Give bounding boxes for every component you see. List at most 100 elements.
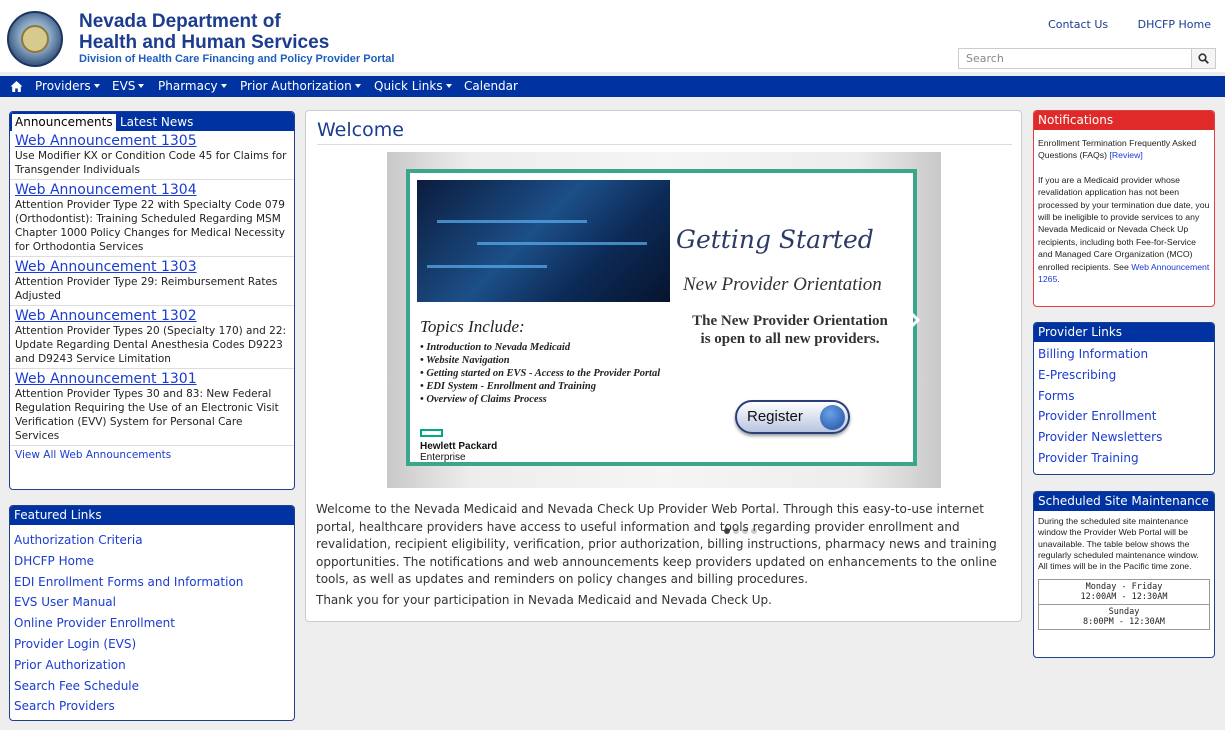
nav-providers-label: Providers	[35, 79, 91, 93]
featured-link[interactable]: Search Fee Schedule	[14, 676, 290, 697]
slide-topics-list: Introduction to Nevada Medicaid Website …	[420, 341, 660, 406]
announcement-link[interactable]: Web Announcement 1302	[15, 309, 289, 324]
notifications-title: Notifications	[1034, 111, 1214, 130]
tab-announcements[interactable]: Announcements	[12, 114, 116, 131]
slide-topic: Getting started on EVS - Access to the P…	[420, 367, 660, 380]
provider-links-title: Provider Links	[1034, 323, 1214, 342]
maintenance-row: Sunday 8:00PM - 12:30AM	[1039, 604, 1209, 629]
provider-link[interactable]: E-Prescribing	[1038, 365, 1210, 386]
slide-topic: EDI System - Enrollment and Training	[420, 380, 660, 393]
maintenance-title: Scheduled Site Maintenance	[1034, 492, 1214, 511]
caret-down-icon	[138, 84, 145, 88]
nav-quick-links-label: Quick Links	[374, 79, 443, 93]
tab-latest-news[interactable]: Latest News	[120, 114, 193, 130]
announcement-desc: Attention Provider Types 20 (Specialty 1…	[15, 325, 287, 365]
provider-link[interactable]: Billing Information	[1038, 344, 1210, 365]
site-title-line1[interactable]: Nevada Department of	[79, 12, 281, 31]
nav-prior-authorization-label: Prior Authorization	[240, 79, 352, 93]
maintenance-day: Monday - Friday	[1085, 582, 1163, 593]
site-title-line2[interactable]: Health and Human Services	[79, 33, 329, 52]
maintenance-table: Monday - Friday 12:00AM - 12:30AM Sunday…	[1038, 579, 1210, 631]
search-button[interactable]	[1191, 49, 1215, 68]
welcome-intro-text: Welcome to the Nevada Medicaid and Nevad…	[316, 502, 997, 586]
featured-links-list: Authorization Criteria DHCFP Home EDI En…	[10, 525, 294, 722]
announcement-item: Web Announcement 1304 Attention Provider…	[10, 180, 294, 257]
provider-link[interactable]: Provider Training	[1038, 448, 1210, 469]
slide-topics-heading: Topics Include:	[420, 317, 525, 336]
announcement-desc: Use Modifier KX or Condition Code 45 for…	[15, 150, 287, 176]
maintenance-row: Monday - Friday 12:00AM - 12:30AM	[1039, 580, 1209, 604]
caret-down-icon	[220, 84, 227, 88]
search-icon	[1198, 53, 1209, 64]
notification-period: .	[1057, 274, 1060, 285]
view-all-announcements-link[interactable]: View All Web Announcements	[10, 446, 294, 464]
site-subtitle: Division of Health Care Financing and Po…	[79, 53, 395, 65]
announcement-item: Web Announcement 1302 Attention Provider…	[10, 306, 294, 369]
nav-providers[interactable]: Providers	[35, 79, 100, 93]
slide-topic: Overview of Claims Process	[420, 393, 660, 406]
featured-link[interactable]: Online Provider Enrollment	[14, 613, 290, 634]
announcement-link[interactable]: Web Announcement 1301	[15, 372, 289, 387]
nav-prior-authorization[interactable]: Prior Authorization	[240, 79, 361, 93]
register-label: Register	[747, 408, 803, 425]
announcement-tabs: Announcements Latest News	[10, 112, 294, 131]
review-link[interactable]: [Review]	[1109, 150, 1142, 160]
caret-down-icon	[445, 84, 452, 88]
top-links: Contact Us DHCFP Home	[1022, 18, 1211, 31]
nevada-seal-logo[interactable]	[7, 11, 63, 67]
carousel-slide[interactable]: Getting Started New Provider Orientation…	[406, 169, 917, 466]
featured-link[interactable]: DHCFP Home	[14, 551, 290, 572]
search-input[interactable]	[959, 49, 1193, 68]
home-icon[interactable]	[10, 80, 23, 93]
nav-calendar[interactable]: Calendar	[464, 79, 518, 93]
register-button[interactable]: Register	[735, 400, 850, 434]
nav-pharmacy[interactable]: Pharmacy	[158, 79, 227, 93]
welcome-thanks-text: Thank you for your participation in Neva…	[316, 593, 772, 607]
nav-evs[interactable]: EVS	[112, 79, 145, 93]
cursor-icon	[820, 405, 845, 430]
featured-link[interactable]: EVS User Manual	[14, 592, 290, 613]
title-divider	[317, 144, 1012, 145]
featured-link[interactable]: Prior Authorization	[14, 655, 290, 676]
provider-link[interactable]: Provider Enrollment	[1038, 406, 1210, 427]
provider-link[interactable]: Provider Newsletters	[1038, 427, 1210, 448]
slide-open-line1: The New Provider Orientation	[692, 313, 888, 329]
featured-links-title: Featured Links	[10, 506, 294, 525]
featured-link[interactable]: EDI Enrollment Forms and Information	[14, 572, 290, 593]
nav-pharmacy-label: Pharmacy	[158, 79, 218, 93]
carousel[interactable]: Getting Started New Provider Orientation…	[387, 152, 941, 534]
carousel-next-arrow-icon[interactable]	[907, 310, 921, 330]
provider-links-list: Billing Information E-Prescribing Forms …	[1034, 342, 1214, 471]
notifications-panel: Notifications Enrollment Termination Fre…	[1033, 110, 1215, 307]
maintenance-time: 8:00PM - 12:30AM	[1083, 617, 1165, 628]
featured-link[interactable]: Authorization Criteria	[14, 530, 290, 551]
carousel-prev-arrow-icon[interactable]	[409, 310, 423, 330]
welcome-panel: Welcome Getting Started New Provider Ori…	[305, 110, 1022, 622]
nav-quick-links[interactable]: Quick Links	[374, 79, 452, 93]
announcement-link[interactable]: Web Announcement 1303	[15, 260, 289, 275]
provider-link[interactable]: Forms	[1038, 386, 1210, 407]
announcement-desc: Attention Provider Types 30 and 83: New …	[15, 388, 279, 442]
slide-topic: Introduction to Nevada Medicaid	[420, 341, 660, 354]
featured-links-panel: Featured Links Authorization Criteria DH…	[9, 505, 295, 721]
contact-us-link[interactable]: Contact Us	[1048, 18, 1108, 31]
nav-calendar-label: Calendar	[464, 79, 518, 93]
announcement-desc: Attention Provider Type 29: Reimbursemen…	[15, 276, 278, 302]
announcements-panel: Announcements Latest News Web Announceme…	[9, 111, 295, 490]
nav-evs-label: EVS	[112, 79, 136, 93]
tech-banner-image	[417, 180, 670, 302]
announcement-link[interactable]: Web Announcement 1305	[15, 134, 289, 149]
featured-link[interactable]: Provider Login (EVS)	[14, 634, 290, 655]
announcement-item: Web Announcement 1301 Attention Provider…	[10, 369, 294, 446]
dhcfp-home-link[interactable]: DHCFP Home	[1138, 18, 1211, 31]
hpe-logo-text2: Enterprise	[420, 452, 466, 463]
slide-topic: Website Navigation	[420, 354, 660, 367]
announcement-link[interactable]: Web Announcement 1304	[15, 183, 289, 198]
page-title: Welcome	[317, 119, 404, 141]
caret-down-icon	[93, 84, 100, 88]
slide-getting-started: Getting Started	[676, 225, 874, 254]
featured-link[interactable]: Search Providers	[14, 696, 290, 717]
site-header: Nevada Department of Health and Human Se…	[0, 0, 1225, 72]
announcement-desc: Attention Provider Type 22 with Specialt…	[15, 199, 286, 253]
main-nav: Providers EVS Pharmacy Prior Authorizati…	[0, 76, 1225, 97]
